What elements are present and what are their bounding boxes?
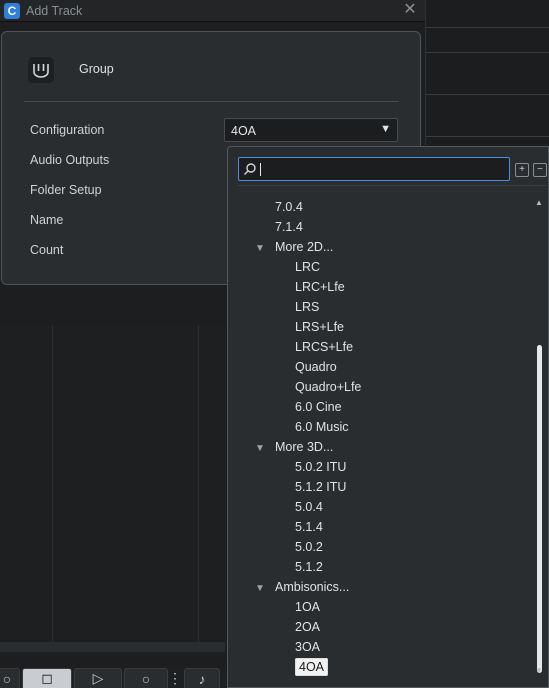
- group-track-icon: [28, 57, 54, 83]
- list-item[interactable]: 2OA: [295, 617, 320, 637]
- list-item[interactable]: 5.0.4: [295, 497, 323, 517]
- configuration-dropdown: + − 7.0.4 7.1.4 ▼ More 2D... LRC LRC+Lfe LRS LR…: [227, 146, 549, 688]
- list-item-label: 5.1.2: [295, 560, 323, 574]
- list-item-label: 3OA: [295, 640, 321, 654]
- list-item-label: 5.1.2 ITU: [295, 480, 347, 494]
- category-item[interactable]: ▼ Ambisonics...: [255, 577, 349, 597]
- list-item[interactable]: 6.0 Music: [295, 417, 349, 437]
- collapse-all-icon[interactable]: −: [533, 163, 547, 177]
- list-item-label: 4OA: [295, 658, 329, 676]
- list-item-label: 1OA: [295, 600, 321, 614]
- scroll-up-icon[interactable]: ▲: [534, 197, 544, 209]
- list-item[interactable]: 5.1.4: [295, 517, 323, 537]
- scrollbar-thumb[interactable]: [537, 345, 542, 673]
- list-item[interactable]: LRS+Lfe: [295, 317, 344, 337]
- list-item[interactable]: 5.1.2 ITU: [295, 477, 346, 497]
- more-icon[interactable]: ⋮: [168, 668, 182, 688]
- list-item-label: LRS+Lfe: [295, 320, 344, 334]
- arrange-area: [0, 325, 225, 645]
- list-item-label: 5.0.4: [295, 500, 323, 514]
- list-item-label: Ambisonics...: [275, 580, 350, 594]
- list-item-label: More 3D...: [275, 440, 334, 454]
- list-item-label: 6.0 Cine: [295, 400, 342, 414]
- expand-triangle-icon[interactable]: ▼: [255, 239, 275, 259]
- metronome-icon[interactable]: ♪: [184, 668, 220, 688]
- configuration-label: Configuration: [30, 123, 105, 137]
- list-item-label: LRC: [295, 260, 321, 274]
- window-title: Add Track: [26, 4, 83, 18]
- list-item[interactable]: 1OA: [295, 597, 320, 617]
- chevron-down-icon: ▼: [380, 123, 391, 135]
- list-item-label: Quadro: [295, 360, 337, 374]
- track-type-title: Group: [79, 62, 114, 76]
- list-item-label: LRS: [295, 300, 320, 314]
- expand-all-icon[interactable]: +: [515, 163, 529, 177]
- list-item[interactable]: 3OA: [295, 637, 320, 657]
- category-item[interactable]: ▼ More 2D...: [255, 237, 333, 257]
- list-item[interactable]: LRC+Lfe: [295, 277, 345, 297]
- list-item-label: LRC+Lfe: [295, 280, 345, 294]
- vertical-scrollbar[interactable]: ▲ ▼: [534, 197, 544, 677]
- list-item-label: 5.0.2: [295, 540, 323, 554]
- list-item[interactable]: LRCS+Lfe: [295, 337, 353, 357]
- list-item[interactable]: Quadro+Lfe: [295, 377, 361, 397]
- divider: [238, 185, 546, 186]
- stop-button[interactable]: ◻: [22, 668, 72, 688]
- list-item-label: More 2D...: [275, 240, 334, 254]
- window-titlebar: C Add Track ✕: [0, 0, 425, 22]
- record-button[interactable]: ○: [124, 668, 168, 688]
- list-item[interactable]: 7.1.4: [275, 217, 303, 237]
- list-item-label: 2OA: [295, 620, 321, 634]
- search-input[interactable]: [259, 159, 507, 179]
- list-item[interactable]: 4OA: [295, 657, 329, 677]
- text-caret: [260, 163, 261, 176]
- list-item[interactable]: 5.1.2: [295, 557, 323, 577]
- list-item[interactable]: LRC: [295, 257, 320, 277]
- play-button[interactable]: ▷: [74, 668, 122, 688]
- record-mode-button[interactable]: ○: [0, 668, 20, 688]
- list-item[interactable]: LRS: [295, 297, 319, 317]
- scroll-down-icon[interactable]: ▼: [534, 665, 544, 677]
- expand-triangle-icon[interactable]: ▼: [255, 439, 275, 459]
- configuration-value: 4OA: [231, 124, 257, 138]
- list-item-label: 5.1.4: [295, 520, 323, 534]
- list-item[interactable]: Quadro: [295, 357, 337, 377]
- app-logo-icon: C: [4, 3, 20, 19]
- list-item-label: 7.1.4: [275, 220, 303, 234]
- name-label: Name: [30, 213, 64, 227]
- search-icon: [244, 163, 256, 175]
- divider: [24, 101, 399, 102]
- list-item-label: 7.0.4: [275, 200, 303, 214]
- category-item[interactable]: ▼ More 3D...: [255, 437, 333, 457]
- list-item[interactable]: 6.0 Cine: [295, 397, 342, 417]
- list-item-label: LRCS+Lfe: [295, 340, 354, 354]
- list-item[interactable]: 5.0.2 ITU: [295, 457, 346, 477]
- arrange-grid: [425, 0, 549, 145]
- count-label: Count: [30, 243, 64, 257]
- folder-setup-label: Folder Setup: [30, 183, 102, 197]
- expand-triangle-icon[interactable]: ▼: [255, 579, 275, 599]
- list-item[interactable]: 7.0.4: [275, 197, 303, 217]
- search-field[interactable]: [238, 157, 510, 181]
- list-item-label: 6.0 Music: [295, 420, 349, 434]
- audio-outputs-label: Audio Outputs: [30, 153, 110, 167]
- configuration-select[interactable]: 4OA ▼: [224, 118, 398, 142]
- list-item-label: Quadro+Lfe: [295, 380, 362, 394]
- list-item[interactable]: 5.0.2: [295, 537, 323, 557]
- horizontal-scrollbar[interactable]: [0, 642, 225, 652]
- list-item-label: 5.0.2 ITU: [295, 460, 347, 474]
- close-icon[interactable]: ✕: [402, 1, 418, 19]
